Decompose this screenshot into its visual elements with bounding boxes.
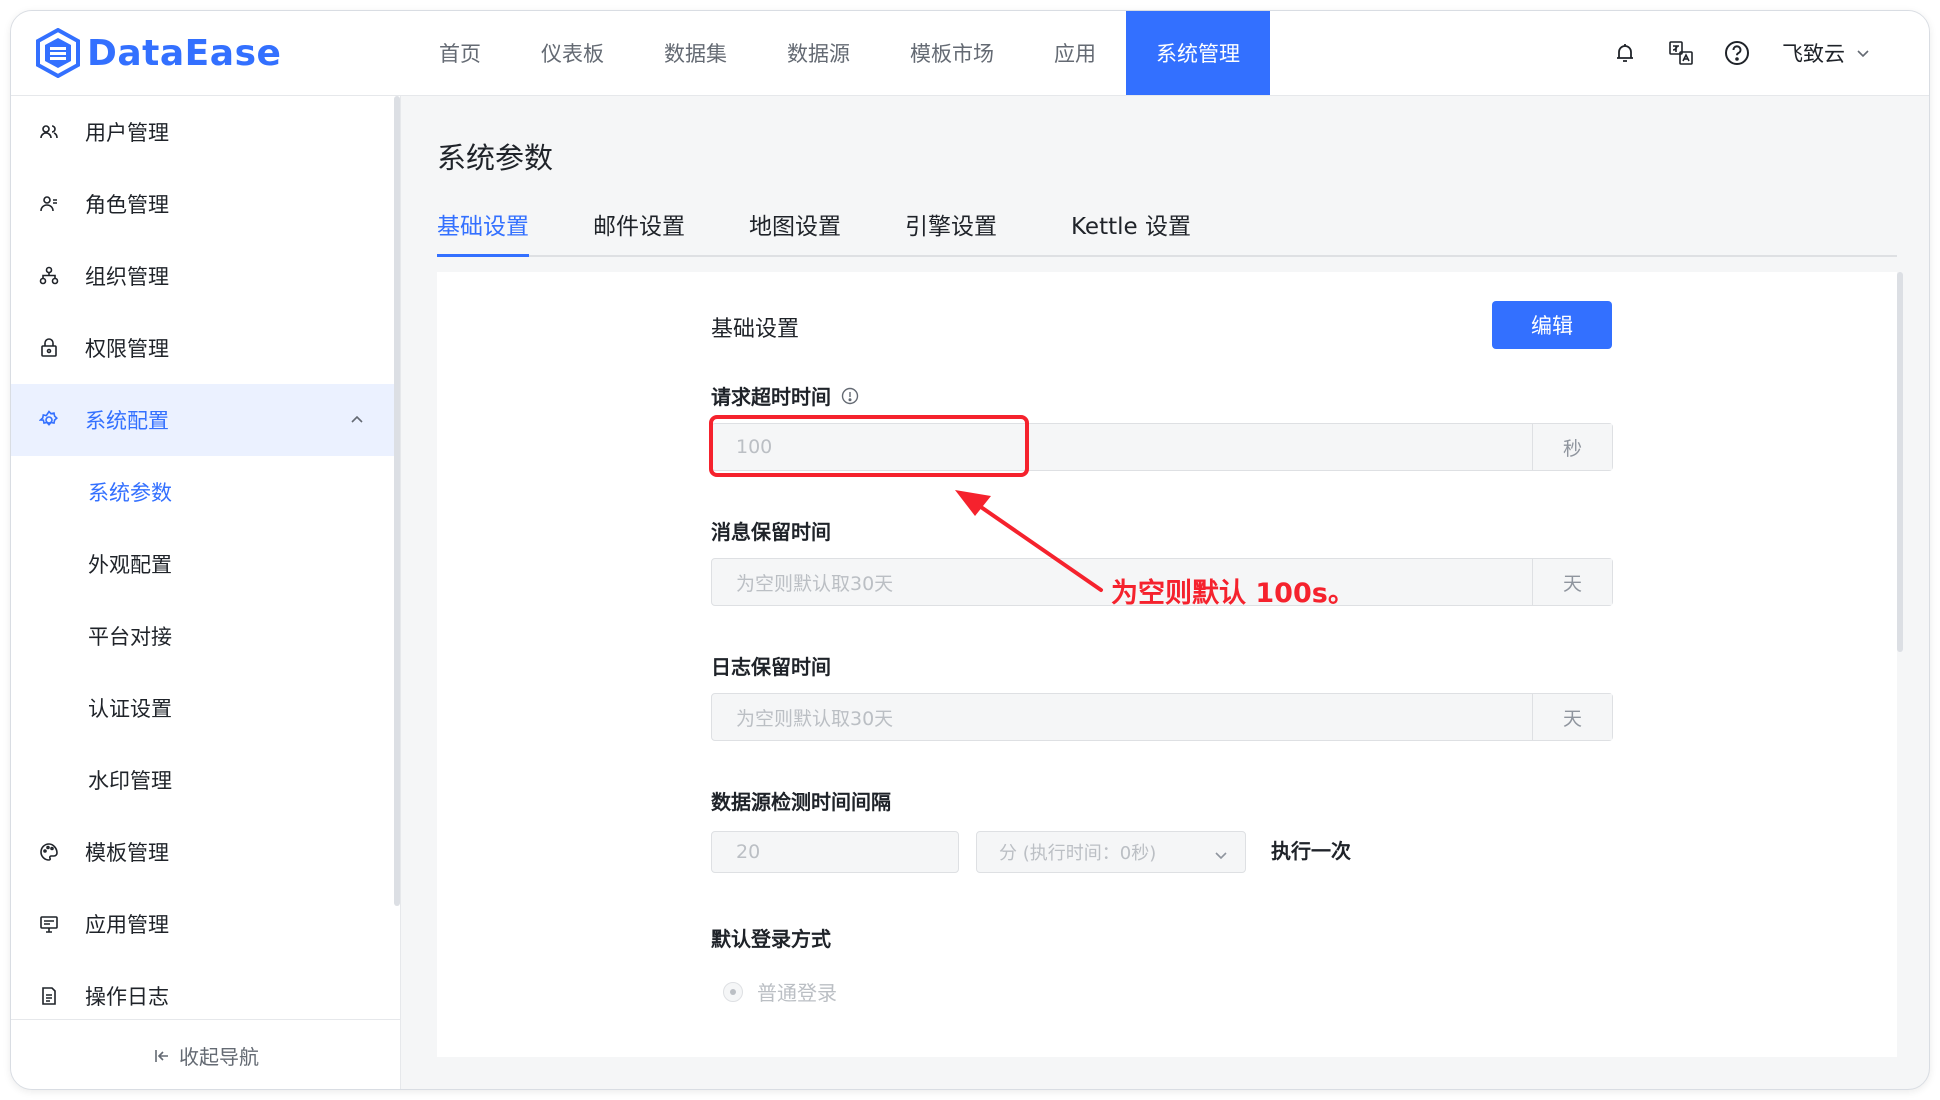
sidebar-scrollbar[interactable] [394, 96, 400, 906]
sidebar-item-templates[interactable]: 模板管理 [11, 816, 395, 888]
exec-once-text: 执行一次 [1271, 839, 1351, 863]
ds-check-interval-select[interactable]: 分 (执行时间：0秒) [976, 831, 1246, 873]
header-actions: 飞致云 [1584, 11, 1871, 95]
main-nav: 首页 仪表板 数据集 数据源 模板市场 应用 系统管理 [409, 11, 1270, 95]
info-icon[interactable] [841, 387, 859, 405]
sidebar-subitem-system-params[interactable]: 系统参数 [11, 456, 395, 528]
log-retention-label: 日志保留时间 [711, 655, 831, 679]
sidebar-subitem-auth[interactable]: 认证设置 [11, 672, 395, 744]
sidebar-subitem-appearance[interactable]: 外观配置 [11, 528, 395, 600]
tab-kettle[interactable]: Kettle 设置 [1071, 207, 1191, 255]
page-title: 系统参数 [437, 141, 554, 175]
nav-datasource[interactable]: 数据源 [757, 11, 880, 95]
users-icon [40, 125, 58, 139]
log-retention-placeholder[interactable]: 为空则默认取30天 [712, 694, 1532, 740]
request-timeout-label: 请求超时时间 [711, 381, 859, 410]
collapse-left-icon [155, 1049, 168, 1062]
chevron-down-icon [1215, 852, 1227, 860]
user-name: 飞致云 [1782, 42, 1845, 66]
section-title: 基础设置 [711, 317, 800, 342]
annotation-highlight-box [709, 415, 1029, 477]
sidebar-item-apps[interactable]: 应用管理 [11, 888, 395, 960]
gear-icon [39, 410, 58, 426]
tab-basic[interactable]: 基础设置 [437, 207, 529, 257]
chevron-down-icon [1857, 50, 1869, 58]
login-radio-normal[interactable]: 普通登录 [723, 977, 837, 1006]
collapse-nav-button[interactable]: 收起导航 [11, 1019, 401, 1089]
user-role-icon [40, 196, 57, 212]
nav-home[interactable]: 首页 [409, 11, 511, 95]
dataease-logo-icon [36, 28, 80, 78]
org-tree-icon [39, 266, 59, 285]
default-login-label: 默认登录方式 [711, 927, 831, 951]
sidebar-item-org[interactable]: 组织管理 [11, 240, 395, 312]
sidebar-item-system-config[interactable]: 系统配置 [11, 384, 395, 456]
logo-text: DataEase [87, 32, 282, 74]
document-icon [42, 987, 56, 1005]
monitor-icon [40, 916, 58, 933]
ds-check-interval-input[interactable]: 20 [711, 831, 959, 873]
sidebar-subitem-platform[interactable]: 平台对接 [11, 600, 395, 672]
nav-dataset[interactable]: 数据集 [634, 11, 757, 95]
app-window: DataEase 首页 仪表板 数据集 数据源 模板市场 应用 系统管理 飞致云 [10, 10, 1930, 1090]
settings-tabs: 基础设置 邮件设置 地图设置 引擎设置 Kettle 设置 [437, 197, 1897, 257]
lock-icon [41, 338, 57, 357]
unit-days: 天 [1532, 694, 1612, 740]
top-header: DataEase 首页 仪表板 数据集 数据源 模板市场 应用 系统管理 飞致云 [11, 11, 1929, 96]
sidebar-item-permissions[interactable]: 权限管理 [11, 312, 395, 384]
tab-engine[interactable]: 引擎设置 [905, 207, 997, 255]
nav-apps[interactable]: 应用 [1024, 11, 1126, 95]
user-menu[interactable]: 飞致云 [1782, 38, 1871, 68]
ds-check-interval-label: 数据源检测时间间隔 [711, 790, 891, 814]
nav-template-market[interactable]: 模板市场 [880, 11, 1024, 95]
settings-card [437, 272, 1897, 1057]
sidebar-subitem-watermark[interactable]: 水印管理 [11, 744, 395, 816]
sidebar-item-roles[interactable]: 角色管理 [11, 168, 395, 240]
radio-dot[interactable] [723, 981, 743, 1002]
tab-email[interactable]: 邮件设置 [593, 207, 685, 255]
palette-icon [40, 843, 58, 861]
log-retention-input[interactable]: 为空则默认取30天 天 [711, 693, 1613, 741]
annotation-arrow-icon [955, 490, 1103, 592]
chevron-up-icon [351, 415, 363, 423]
message-retention-label: 消息保留时间 [711, 520, 831, 544]
help-icon[interactable] [1722, 38, 1752, 68]
unit-seconds: 秒 [1532, 424, 1612, 470]
logo[interactable]: DataEase [35, 27, 281, 79]
unit-days: 天 [1532, 559, 1612, 605]
nav-dashboard[interactable]: 仪表板 [511, 11, 634, 95]
edit-button[interactable]: 编辑 [1492, 301, 1612, 349]
annotation-text: 为空则默认 100s。 [1111, 578, 1355, 609]
tab-map[interactable]: 地图设置 [749, 207, 841, 255]
content-scrollbar[interactable] [1897, 272, 1903, 652]
sidebar: 用户管理 角色管理 组织管理 权限管理 系统配置 系统参数 外观配置 平台对接 [11, 96, 401, 1089]
nav-system-management[interactable]: 系统管理 [1126, 11, 1270, 95]
notification-bell-icon[interactable] [1610, 38, 1640, 68]
translate-icon[interactable] [1666, 38, 1696, 68]
sidebar-item-users[interactable]: 用户管理 [11, 96, 395, 168]
